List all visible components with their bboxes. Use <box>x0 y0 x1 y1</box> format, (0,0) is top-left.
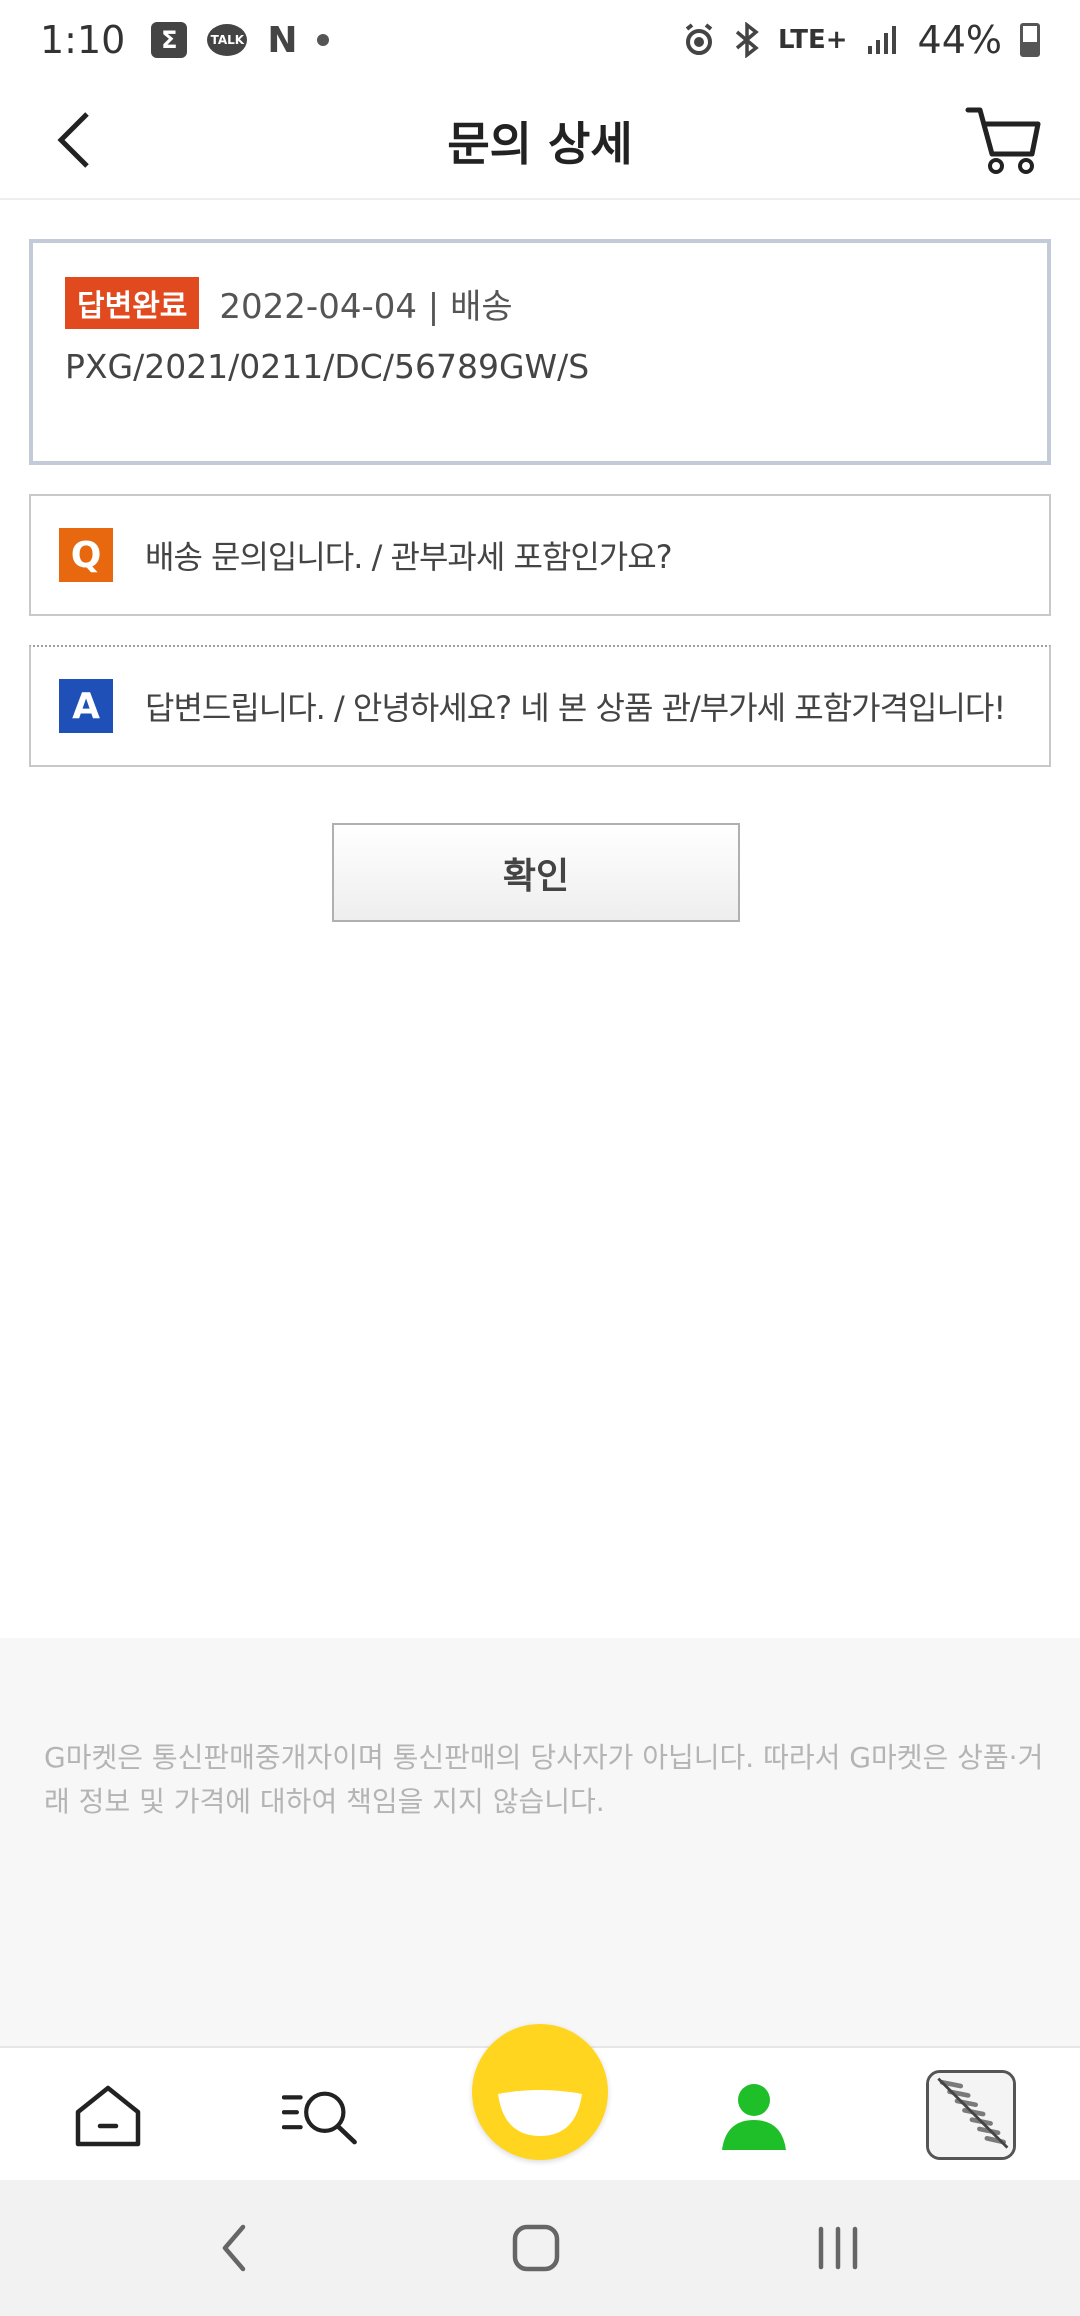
home-icon <box>75 2085 141 2147</box>
inquiry-meta-row: 답변완료 2022-04-04 | 배송 <box>65 277 513 329</box>
page-title: 문의 상세 <box>447 117 633 171</box>
home-square-icon <box>512 2224 560 2272</box>
question-text: 배송 문의입니다. / 관부과세 포함인가요? <box>145 538 673 576</box>
recents-icon <box>818 2226 858 2270</box>
system-recents-button[interactable] <box>808 2218 868 2278</box>
footer: G마켓은 통신판매중개자이며 통신판매의 당사자가 아닙니다. 따라서 G마켓은… <box>0 1638 1080 2046</box>
answer-text: 답변드립니다. / 안녕하세요? 네 본 상품 관/부가세 포함가격입니다! <box>145 689 1006 727</box>
tab-recent-item[interactable] <box>926 2070 1016 2160</box>
signal-icon <box>867 26 896 54</box>
system-back-button[interactable] <box>204 2218 264 2278</box>
network-type: LTE+ <box>777 25 848 55</box>
status-indicators: LTE+ 44% <box>682 18 1040 62</box>
battery-percent: 44% <box>917 18 1002 62</box>
talk-badge: TALK <box>207 24 248 56</box>
question-box: Q 배송 문의입니다. / 관부과세 포함인가요? <box>29 494 1051 616</box>
cart-icon <box>965 107 1041 174</box>
bluetooth-icon <box>735 22 759 58</box>
legal-notice: G마켓은 통신판매중개자이며 통신판매의 당사자가 아닙니다. 따라서 G마켓은… <box>44 1741 1044 1818</box>
notification-app-icon: Σ <box>151 22 188 58</box>
alarm-icon <box>685 23 713 55</box>
inquiry-info-card: 답변완료 2022-04-04 | 배송 PXG/2021/0211/DC/56… <box>29 239 1051 465</box>
bottom-tab-bar <box>0 2024 1080 2180</box>
category-search-icon <box>282 2091 357 2145</box>
my-page-icon <box>722 2084 786 2150</box>
back-icon <box>222 2224 246 2272</box>
recent-item-thumbnail <box>929 2073 1013 2157</box>
inquiry-date-category: 2022-04-04 | 배송 <box>219 286 513 327</box>
product-code: PXG/2021/0211/DC/56789GW/S <box>65 347 590 386</box>
system-navigation-bar <box>0 2180 1080 2316</box>
tab-home[interactable] <box>68 2076 148 2156</box>
status-bar: 1:10 Σ TALK N LTE+ 44% <box>0 0 1080 80</box>
question-icon: Q <box>59 528 113 582</box>
sigma-badge: Σ <box>151 22 188 58</box>
tab-gmarket-home[interactable] <box>472 2024 608 2160</box>
kakaotalk-icon: TALK <box>207 24 248 56</box>
answer-box: A 답변드립니다. / 안녕하세요? 네 본 상품 관/부가세 포함가격입니다! <box>29 645 1051 767</box>
status-time: 1:10 <box>40 18 126 62</box>
status-badge: 답변완료 <box>65 277 200 329</box>
answer-icon: A <box>59 679 113 733</box>
system-home-button[interactable] <box>506 2218 566 2278</box>
confirm-button[interactable]: 확인 <box>332 823 740 922</box>
more-notifications-dot-icon <box>317 34 330 46</box>
gmarket-smile-icon <box>498 2090 582 2136</box>
tab-category-search[interactable] <box>282 2076 362 2156</box>
cart-button[interactable] <box>964 98 1044 178</box>
app-header: 문의 상세 <box>0 80 1080 200</box>
battery-icon <box>1020 23 1040 57</box>
tab-my-page[interactable] <box>714 2076 794 2156</box>
netflix-icon: N <box>267 19 298 61</box>
